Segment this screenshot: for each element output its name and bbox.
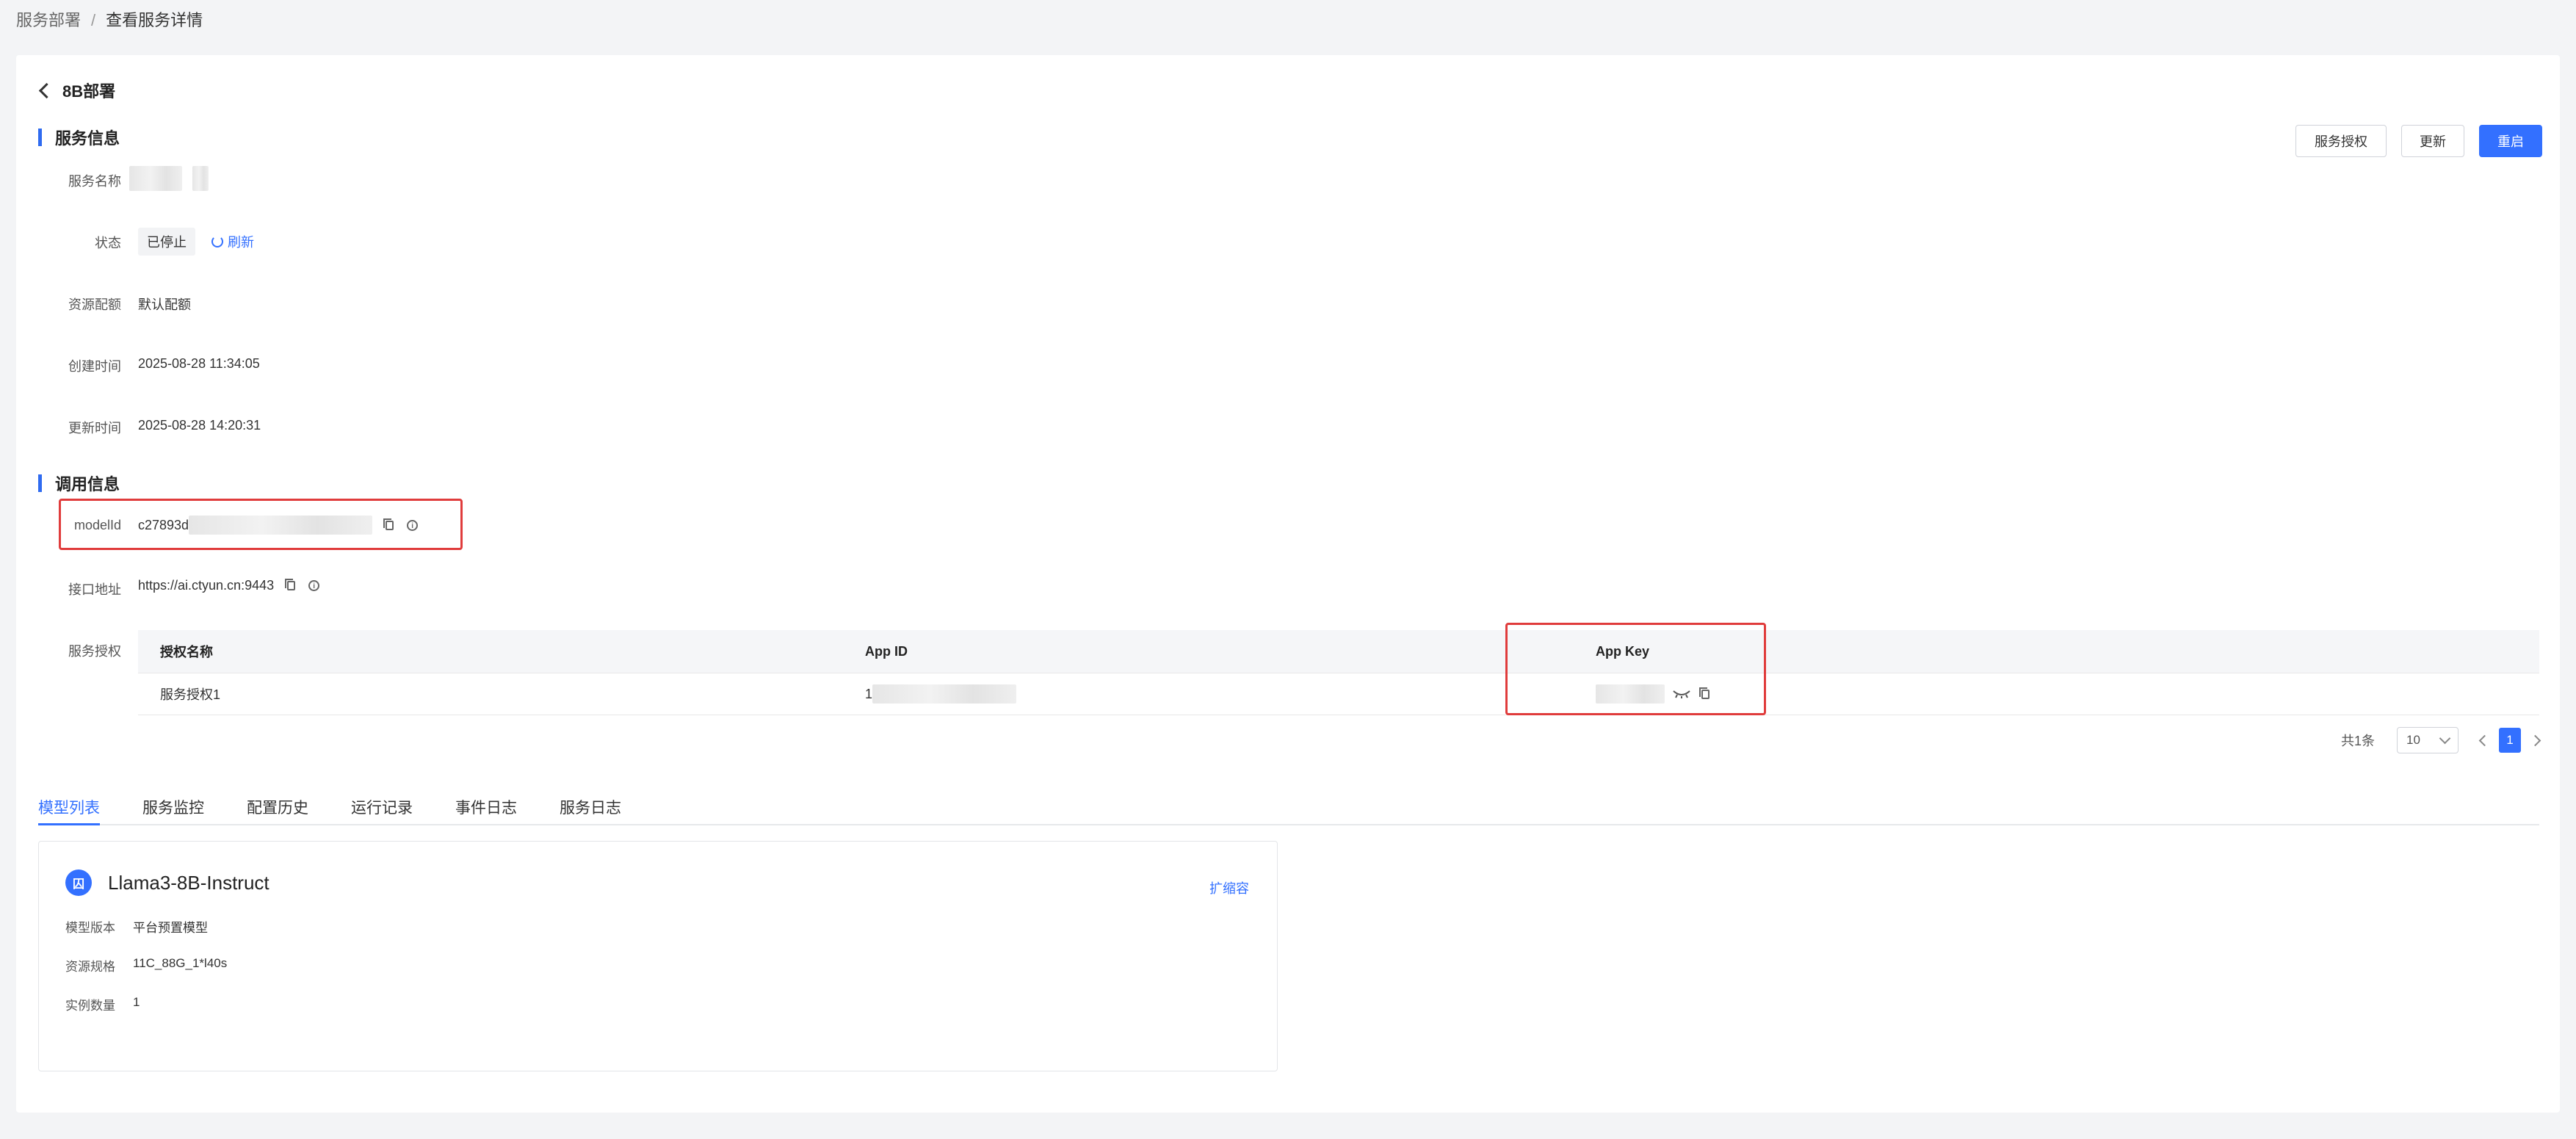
resource-spec-value: 11C_88G_1*l40s (133, 956, 228, 970)
service-authorize-button[interactable]: 服务授权 (2295, 125, 2387, 157)
info-icon[interactable]: i (308, 580, 320, 591)
refresh-icon[interactable] (211, 236, 223, 247)
copy-icon[interactable] (285, 579, 296, 590)
tab-config-history[interactable]: 配置历史 (247, 793, 308, 824)
instance-count-value: 1 (133, 995, 140, 1009)
refresh-button[interactable]: 刷新 (211, 232, 254, 251)
breadcrumb: 服务部署 / 查看服务详情 (16, 7, 203, 31)
column-app-id: App ID (865, 643, 908, 659)
status-row: 已停止 刷新 (138, 228, 254, 256)
tab-run-records[interactable]: 运行记录 (351, 793, 413, 824)
auth-name-cell: 服务授权1 (160, 687, 221, 702)
pagination: 共1条 10 1 (2340, 727, 2541, 753)
back-button[interactable]: 8B部署 (38, 79, 115, 102)
appkey-highlight-box (1505, 623, 1766, 715)
tab-service-log[interactable]: 服务日志 (560, 793, 621, 824)
tab-service-monitor[interactable]: 服务监控 (142, 793, 204, 824)
tab-event-log[interactable]: 事件日志 (455, 793, 517, 824)
section-accent-bar (38, 129, 42, 146)
chevron-left-icon[interactable] (2478, 734, 2491, 746)
updated-time-value: 2025-08-28 14:20:31 (138, 418, 261, 433)
action-bar: 服务授权 更新 重启 (2295, 125, 2542, 157)
info-icon[interactable]: i (407, 519, 419, 531)
invoke-info-heading: 调用信息 (38, 471, 120, 495)
auth-label: 服务授权 (68, 644, 121, 659)
breadcrumb-separator: / (91, 11, 96, 29)
detail-tabs: 模型列表 服务监控 配置历史 运行记录 事件日志 服务日志 (38, 793, 2539, 825)
pagination-total: 共1条 (2340, 734, 2375, 748)
section-accent-bar (38, 474, 42, 492)
redacted-service-name-suffix (192, 166, 209, 191)
page-number-button[interactable]: 1 (2499, 728, 2521, 753)
endpoint-label: 接口地址 (68, 582, 121, 597)
model-title: Llama3-8B-Instruct (108, 871, 269, 894)
page-title: 8B部署 (62, 82, 116, 101)
created-time-value: 2025-08-28 11:34:05 (138, 356, 260, 371)
breadcrumb-parent[interactable]: 服务部署 (16, 11, 81, 29)
app-id-value: 1 (865, 686, 873, 701)
scale-link[interactable]: 扩缩容 (1209, 878, 1249, 897)
endpoint-row: https://ai.ctyun.cn:9443 i (138, 578, 320, 593)
service-name-value (129, 166, 209, 191)
modelid-row: c27893d i (138, 516, 419, 535)
endpoint-value: https://ai.ctyun.cn:9443 (138, 578, 275, 593)
created-time-label: 创建时间 (68, 359, 121, 374)
back-chevron-icon[interactable] (38, 82, 55, 98)
service-info-title: 服务信息 (55, 129, 120, 148)
invoke-info-title: 调用信息 (55, 475, 120, 493)
breadcrumb-current: 查看服务详情 (106, 11, 203, 29)
service-name-label: 服务名称 (68, 174, 121, 189)
redacted-service-name (129, 166, 182, 191)
redacted-modelid (189, 516, 373, 535)
page-size-value[interactable]: 10 (2406, 733, 2420, 748)
model-card-header: 囚 Llama3-8B-Instruct (65, 869, 269, 896)
quota-value: 默认配额 (138, 297, 191, 312)
redacted-app-id (872, 684, 1017, 704)
page-size-select[interactable]: 10 (2397, 727, 2459, 753)
status-label: 状态 (95, 236, 121, 250)
restart-button[interactable]: 重启 (2479, 125, 2542, 157)
modelid-value: c27893d (138, 517, 189, 532)
model-card: 囚 Llama3-8B-Instruct 扩缩容 模型版本 平台预置模型 资源规… (38, 841, 1278, 1071)
model-icon: 囚 (65, 869, 92, 896)
chevron-down-icon[interactable] (2439, 732, 2451, 745)
column-auth-name: 授权名称 (160, 645, 213, 659)
updated-time-label: 更新时间 (68, 421, 121, 435)
resource-spec-label: 资源规格 (65, 960, 115, 974)
table-header: 授权名称 App ID App Key (138, 630, 2539, 673)
quota-label: 资源配额 (68, 297, 121, 312)
model-version-value: 平台预置模型 (133, 921, 208, 935)
service-info-heading: 服务信息 (38, 126, 120, 149)
app-id-cell: 1 (858, 684, 1588, 704)
update-button[interactable]: 更新 (2401, 125, 2464, 157)
modelid-label: modelId (73, 518, 121, 532)
instance-count-label: 实例数量 (65, 999, 115, 1013)
copy-icon[interactable] (383, 518, 394, 530)
model-version-label: 模型版本 (65, 921, 115, 935)
tab-model-list[interactable]: 模型列表 (38, 793, 100, 825)
status-badge: 已停止 (138, 228, 195, 256)
chevron-right-icon[interactable] (2529, 734, 2541, 746)
table-row: 服务授权1 1 (138, 673, 2539, 715)
refresh-label[interactable]: 刷新 (228, 232, 254, 251)
auth-table: 授权名称 App ID App Key 服务授权1 1 (138, 630, 2539, 715)
